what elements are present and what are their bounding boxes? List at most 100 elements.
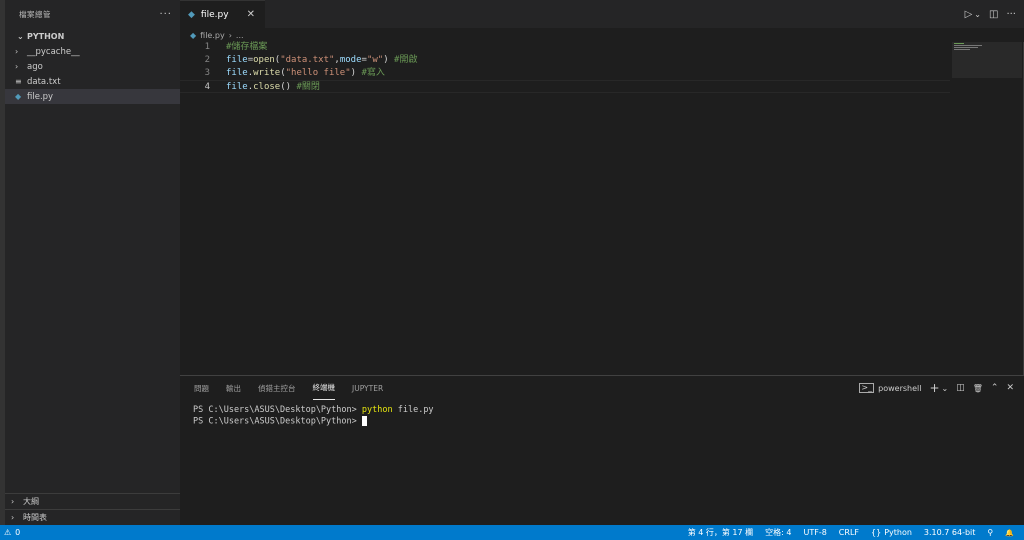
code-token: mode bbox=[339, 55, 362, 65]
timeline-section[interactable]: › 時間表 bbox=[5, 509, 180, 525]
code-line: 2 file=open("data.txt",mode="w") #開啟 bbox=[180, 54, 950, 67]
tree-item-ago[interactable]: › ago bbox=[5, 59, 180, 74]
code-token: file bbox=[226, 82, 248, 92]
code-token: write bbox=[253, 68, 281, 78]
tree-item-label: ago bbox=[27, 61, 43, 72]
language-mode[interactable]: {} Python bbox=[871, 528, 912, 537]
outline-section[interactable]: › 大綱 bbox=[5, 493, 180, 509]
explorer-sidebar: 檔案總管 ··· ⌄ PYTHON › __pycache__ › ago ≡ data.… bbox=[5, 0, 180, 525]
file-tree: › __pycache__ › ago ≡ data.txt ◆ file.py bbox=[5, 44, 180, 104]
code-token: "data.txt" bbox=[280, 55, 335, 65]
tab-label: file.py bbox=[200, 9, 229, 20]
workspace-name: PYTHON bbox=[27, 31, 65, 41]
workspace-section-header[interactable]: ⌄ PYTHON bbox=[5, 28, 180, 44]
chevron-down-icon: ⌄ bbox=[17, 31, 24, 41]
code-token: ) bbox=[350, 68, 362, 78]
chevron-down-icon[interactable]: ⌄ bbox=[942, 384, 949, 393]
run-icon[interactable]: ▷ bbox=[965, 9, 973, 20]
split-terminal-icon[interactable]: ◫ bbox=[956, 383, 965, 393]
feedback-icon[interactable]: ⚲ bbox=[987, 528, 993, 537]
terminal-line: PS C:\Users\ASUS\Desktop\Python> bbox=[193, 416, 1024, 427]
minimap-line bbox=[954, 45, 982, 46]
terminal-prompt: PS C:\Users\ASUS\Desktop\Python> bbox=[193, 416, 362, 427]
minimap-line bbox=[954, 49, 970, 50]
chevron-down-icon[interactable]: ⌄ bbox=[974, 10, 981, 19]
indentation[interactable]: 空格: 4 bbox=[765, 527, 791, 538]
tree-item-label: __pycache__ bbox=[27, 46, 80, 57]
problems-count: 0 bbox=[15, 528, 21, 537]
terminal-cursor bbox=[361, 416, 367, 426]
line-source: file.write("hello file") #寫入 bbox=[210, 67, 385, 80]
line-source: #儲存檔案 bbox=[210, 41, 267, 54]
explorer-title: 檔案總管 bbox=[19, 9, 51, 19]
code-line: 3 file.write("hello file") #寫入 bbox=[180, 67, 950, 80]
terminal-line: PS C:\Users\ASUS\Desktop\Python> python … bbox=[193, 405, 1024, 416]
editor-area: ◆ file.py ✕ ▷ ⌄ ◫ ··· ◆ file.py › ... 1 #… bbox=[180, 0, 1024, 375]
cursor-position[interactable]: 第 4 行，第 17 欄 bbox=[688, 527, 753, 538]
split-editor-icon[interactable]: ◫ bbox=[989, 9, 998, 20]
breadcrumb: ◆ file.py › ... bbox=[180, 28, 1024, 42]
bottom-panel: 問題 輸出 偵錯主控台 終端機 JUPYTER >_ powershell + ⌄ ◫ … bbox=[180, 375, 1024, 525]
tree-item-label: data.txt bbox=[27, 76, 61, 87]
code-editor[interactable]: 1 #儲存檔案 2 file=open("data.txt",mode="w") #開… bbox=[180, 41, 950, 93]
python-file-icon: ◆ bbox=[15, 92, 22, 101]
language-label: Python bbox=[884, 528, 912, 537]
panel-tab-3[interactable]: 終端機 bbox=[312, 376, 335, 400]
code-token: ) bbox=[383, 55, 395, 65]
code-token: #關閉 bbox=[296, 82, 320, 92]
close-icon[interactable]: ✕ bbox=[247, 9, 255, 20]
trash-icon[interactable]: 🗑 bbox=[973, 384, 983, 393]
sidebar-bottom-sections: › 大綱 › 時間表 bbox=[5, 493, 180, 525]
code-token: close bbox=[253, 82, 281, 92]
breadcrumb-more[interactable]: ... bbox=[236, 31, 244, 40]
line-number: 1 bbox=[204, 42, 210, 52]
more-actions-icon[interactable]: ··· bbox=[159, 9, 172, 20]
panel-tab-2[interactable]: 偵錯主控台 bbox=[258, 376, 296, 400]
breadcrumb-file[interactable]: file.py bbox=[200, 31, 225, 40]
terminal-prompt: PS C:\Users\ASUS\Desktop\Python> bbox=[193, 405, 362, 415]
tree-item-file-py[interactable]: ◆ file.py bbox=[5, 89, 180, 104]
chevron-right-icon: › bbox=[15, 47, 19, 56]
terminal-icon: >_ bbox=[859, 383, 875, 393]
end-of-line[interactable]: CRLF bbox=[839, 528, 859, 537]
maximize-panel-icon[interactable]: ⌃ bbox=[991, 383, 999, 393]
terminal-output[interactable]: PS C:\Users\ASUS\Desktop\Python> python … bbox=[180, 400, 1024, 427]
add-terminal-icon[interactable]: + bbox=[929, 381, 939, 395]
code-token: "hello file" bbox=[285, 68, 351, 78]
text-file-icon: ≡ bbox=[15, 77, 22, 86]
python-interpreter[interactable]: 3.10.7 64-bit bbox=[924, 528, 976, 537]
outline-label: 大綱 bbox=[23, 497, 39, 506]
terminal-command-keyword: python bbox=[361, 405, 393, 415]
tree-item-data-txt[interactable]: ≡ data.txt bbox=[5, 74, 180, 89]
close-icon[interactable]: ✕ bbox=[1006, 383, 1014, 393]
line-source: file=open("data.txt",mode="w") #開啟 bbox=[210, 54, 417, 67]
status-right-items: 第 4 行，第 17 欄 空格: 4 UTF-8 CRLF {} Python … bbox=[688, 527, 1024, 538]
explorer-header: 檔案總管 ··· bbox=[5, 0, 180, 28]
encoding[interactable]: UTF-8 bbox=[803, 528, 826, 537]
tree-item-pycache[interactable]: › __pycache__ bbox=[5, 44, 180, 59]
tab-file-py[interactable]: ◆ file.py ✕ bbox=[180, 0, 265, 28]
breadcrumb-separator: › bbox=[228, 30, 232, 40]
more-actions-icon[interactable]: ··· bbox=[1006, 9, 1016, 20]
terminal-selector[interactable]: >_ powershell bbox=[859, 383, 921, 393]
editor-tab-bar: ◆ file.py ✕ ▷ ⌄ ◫ ··· bbox=[180, 0, 1024, 28]
chevron-right-icon: › bbox=[15, 62, 19, 71]
python-file-icon: ◆ bbox=[188, 9, 195, 20]
warning-icon: ⚠ bbox=[4, 528, 12, 537]
code-line: 1 #儲存檔案 bbox=[180, 41, 950, 54]
code-token: #寫入 bbox=[361, 68, 385, 78]
line-number: 4 bbox=[204, 82, 210, 92]
panel-tab-0[interactable]: 問題 bbox=[194, 376, 209, 400]
code-token: file bbox=[226, 68, 248, 78]
line-number: 3 bbox=[204, 68, 210, 78]
minimap[interactable] bbox=[948, 42, 1024, 375]
problems-indicator[interactable]: ⚠ 0 bbox=[0, 528, 20, 537]
code-token: open bbox=[253, 55, 275, 65]
panel-tab-4[interactable]: JUPYTER bbox=[352, 376, 383, 400]
status-bar: ⚠ 0 第 4 行，第 17 欄 空格: 4 UTF-8 CRLF {} Pyt… bbox=[0, 525, 1024, 540]
python-file-icon: ◆ bbox=[190, 30, 197, 40]
braces-icon: {} bbox=[871, 528, 882, 537]
panel-tab-1[interactable]: 輸出 bbox=[226, 376, 241, 400]
timeline-label: 時間表 bbox=[23, 513, 47, 522]
bell-icon[interactable]: 🔔 bbox=[1005, 529, 1014, 537]
